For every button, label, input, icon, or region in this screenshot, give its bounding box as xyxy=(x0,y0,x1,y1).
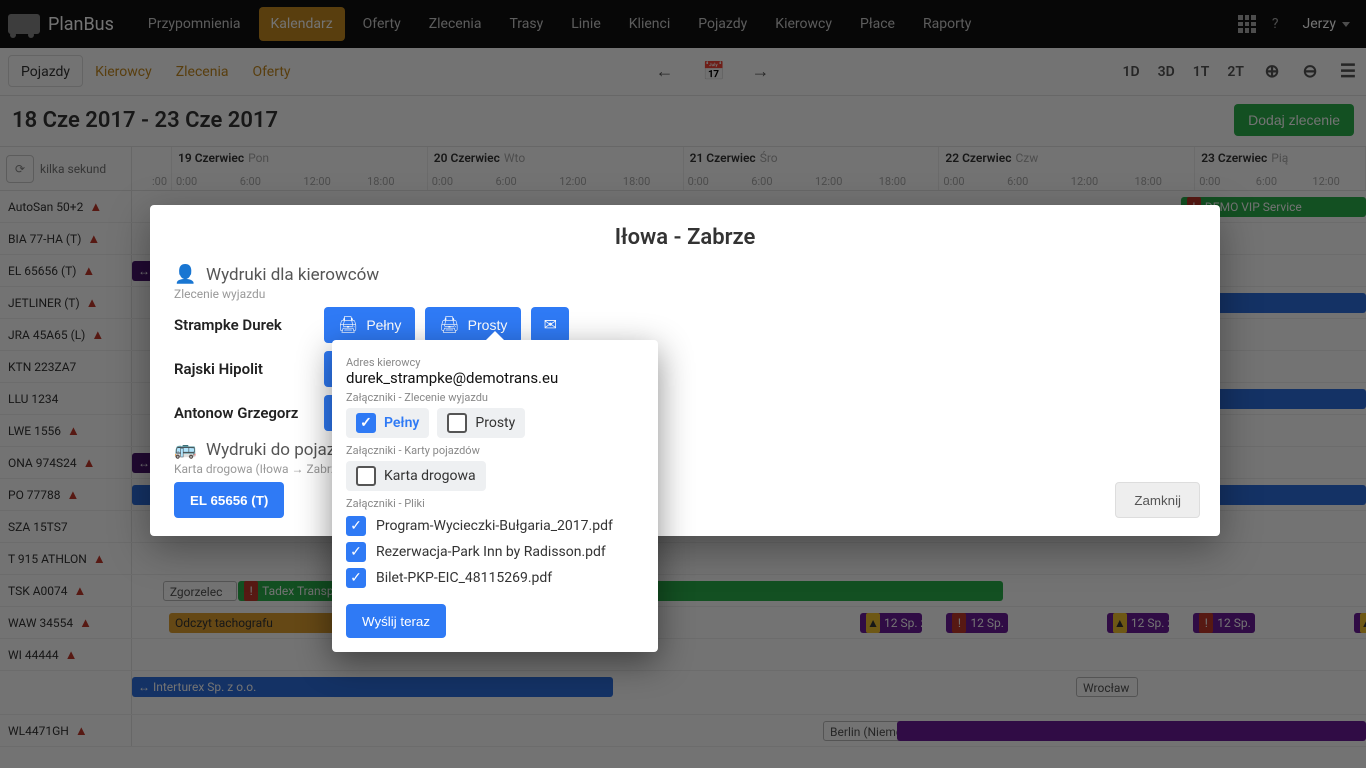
attachment-row[interactable]: Bilet-PKP-EIC_48115269.pdf xyxy=(346,568,644,588)
driver-row: Strampke Durek 🖨Pełny 🖨Prosty ✉ xyxy=(174,307,1196,343)
chip-full[interactable]: Pełny xyxy=(346,408,429,438)
attachment-row[interactable]: Rezerwacja-Park Inn by Radisson.pdf xyxy=(346,542,644,562)
attachment-row[interactable]: Program-Wycieczki-Bułgaria_2017.pdf xyxy=(346,516,644,536)
checkbox-icon xyxy=(356,413,376,433)
driver-name: Rajski Hipolit xyxy=(174,360,314,378)
popover-att-order-label: Załączniki - Zlecenie wyjazdu xyxy=(346,391,644,404)
print-icon: 🖨 xyxy=(338,315,358,335)
email-button[interactable]: ✉ xyxy=(531,307,569,343)
driver-name: Strampke Durek xyxy=(174,316,314,334)
chip-road-card-label: Karta drogowa xyxy=(384,468,476,484)
popover-address-label: Adres kierowcy xyxy=(346,356,644,369)
chip-simple[interactable]: Prosty xyxy=(437,408,525,438)
drivers-section-subtitle: Zlecenie wyjazdu xyxy=(174,287,1196,301)
modal-close-button[interactable]: Zamknij xyxy=(1115,482,1200,518)
chip-road-card[interactable]: Karta drogowa xyxy=(346,461,486,491)
modal-title: Iłowa - Zabrze xyxy=(174,225,1196,250)
drivers-section-title: Wydruki dla kierowców xyxy=(206,265,379,285)
print-full-button[interactable]: 🖨Pełny xyxy=(324,307,415,343)
popover-att-card-label: Załączniki - Karty pojazdów xyxy=(346,444,644,457)
email-popover: Adres kierowcy durek_strampke@demotrans.… xyxy=(332,340,658,652)
mail-icon: ✉ xyxy=(544,315,557,335)
driver-row: Rajski Hipolit🖨Pełny🖨Prosty✉ xyxy=(174,351,1196,387)
checkbox-icon xyxy=(346,568,366,588)
attachment-filename: Program-Wycieczki-Bułgaria_2017.pdf xyxy=(376,518,613,534)
drivers-section-header: 👤 Wydruki dla kierowców xyxy=(174,264,1196,285)
checkbox-icon xyxy=(356,466,376,486)
popover-email: durek_strampke@demotrans.eu xyxy=(346,369,644,387)
vehicles-section-header: 🚌 Wydruki do pojazdów xyxy=(174,439,1196,460)
driver-icon: 👤 xyxy=(174,264,196,285)
print-modal: Iłowa - Zabrze 👤 Wydruki dla kierowców Z… xyxy=(150,205,1220,536)
vehicle-print-button[interactable]: EL 65656 (T) xyxy=(174,482,284,518)
popover-att-files-label: Załączniki - Pliki xyxy=(346,497,644,510)
chip-simple-label: Prosty xyxy=(475,415,515,431)
driver-name: Antonow Grzegorz xyxy=(174,404,314,422)
print-simple-button[interactable]: 🖨Prosty xyxy=(425,307,521,343)
attachment-filename: Bilet-PKP-EIC_48115269.pdf xyxy=(376,570,552,586)
checkbox-icon xyxy=(346,542,366,562)
checkbox-icon xyxy=(346,516,366,536)
vehicles-section-subtitle: Karta drogowa (Iłowa → Zabrze) xyxy=(174,462,1196,476)
bus-small-icon: 🚌 xyxy=(174,439,196,460)
checkbox-icon xyxy=(447,413,467,433)
driver-row: Antonow Grzegorz🖨Pełny🖨Prosty✉ xyxy=(174,395,1196,431)
attachment-filename: Rezerwacja-Park Inn by Radisson.pdf xyxy=(376,544,606,560)
chip-full-label: Pełny xyxy=(384,415,419,431)
print-icon: 🖨 xyxy=(439,315,459,335)
send-now-button[interactable]: Wyślij teraz xyxy=(346,604,446,638)
